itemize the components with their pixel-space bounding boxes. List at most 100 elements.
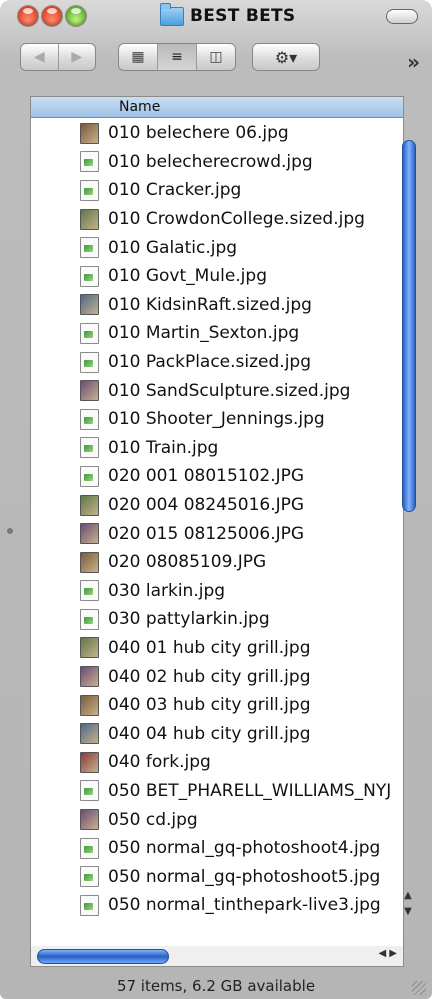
file-row[interactable]: 040 02 hub city grill.jpg	[31, 662, 403, 691]
file-row[interactable]: 050 normal_gq-photoshoot5.jpg	[31, 862, 403, 891]
file-row[interactable]: 050 normal_tinthepark-live3.jpg	[31, 891, 403, 920]
nav-buttons: ◀ ▶	[20, 43, 96, 71]
image-thumbnail-icon	[80, 751, 99, 773]
image-thumbnail-icon	[80, 380, 99, 402]
file-row[interactable]: 030 larkin.jpg	[31, 577, 403, 606]
file-name: 010 Train.jpg	[108, 437, 219, 458]
toolbar-toggle-button[interactable]	[386, 9, 418, 24]
file-row[interactable]: 040 fork.jpg	[31, 748, 403, 777]
column-header-label: Name	[119, 99, 161, 115]
file-row[interactable]: 020 08085109.JPG	[31, 548, 403, 577]
file-name: 010 belecherecrowd.jpg	[108, 151, 313, 172]
jpeg-file-icon	[80, 580, 99, 602]
file-name: 020 08085109.JPG	[108, 552, 267, 573]
horizontal-scrollbar[interactable]: ◀ ▶	[30, 946, 404, 967]
file-row[interactable]: 010 SandSculpture.sized.jpg	[31, 376, 403, 405]
back-button[interactable]: ◀	[21, 44, 59, 70]
forward-arrow-icon: ▶	[71, 49, 83, 65]
toolbar-overflow-button[interactable]: »	[407, 50, 420, 74]
file-row[interactable]: 010 belecherecrowd.jpg	[31, 148, 403, 177]
jpeg-file-icon	[80, 780, 99, 802]
file-row[interactable]: 010 belechere 06.jpg	[31, 119, 403, 148]
file-row[interactable]: 010 Cracker.jpg	[31, 176, 403, 205]
jpeg-file-icon	[80, 265, 99, 287]
jpeg-file-icon	[80, 866, 99, 888]
file-name: 010 KidsinRaft.sized.jpg	[108, 294, 312, 315]
minimize-button[interactable]	[42, 6, 62, 26]
file-row[interactable]: 050 cd.jpg	[31, 805, 403, 834]
file-row[interactable]: 010 PackPlace.sized.jpg	[31, 348, 403, 377]
close-button[interactable]	[18, 6, 38, 26]
title-bar[interactable]: BEST BETS	[0, 0, 432, 32]
icon-view-button[interactable]: ▦	[119, 44, 158, 70]
column-view-button[interactable]: ◫	[197, 44, 235, 70]
list-view-button[interactable]: ≡	[158, 44, 197, 70]
file-row[interactable]: 010 CrowdonCollege.sized.jpg	[31, 205, 403, 234]
file-name: 010 Shooter_Jennings.jpg	[108, 409, 325, 430]
image-thumbnail-icon	[80, 208, 99, 230]
sidebar-handle[interactable]	[7, 528, 13, 534]
horizontal-scroll-arrows[interactable]: ◀ ▶	[378, 948, 397, 959]
file-row[interactable]: 040 03 hub city grill.jpg	[31, 691, 403, 720]
file-name: 040 03 hub city grill.jpg	[108, 695, 311, 716]
file-name: 040 01 hub city grill.jpg	[108, 637, 311, 658]
jpeg-file-icon	[80, 237, 99, 259]
file-name: 050 cd.jpg	[108, 809, 198, 830]
action-menu-button[interactable]: ⚙▾	[252, 43, 320, 71]
vertical-scroll-thumb[interactable]	[402, 140, 416, 512]
resize-grip[interactable]	[412, 981, 426, 995]
file-row[interactable]: 050 BET_PHARELL_WILLIAMS_NYJ	[31, 777, 403, 806]
file-row[interactable]: 010 Train.jpg	[31, 434, 403, 463]
horizontal-scroll-thumb[interactable]	[37, 949, 169, 964]
file-row[interactable]: 010 KidsinRaft.sized.jpg	[31, 291, 403, 320]
file-name: 010 Martin_Sexton.jpg	[108, 323, 300, 344]
file-row[interactable]: 010 Govt_Mule.jpg	[31, 262, 403, 291]
file-name: 010 Govt_Mule.jpg	[108, 266, 267, 287]
jpeg-file-icon	[80, 322, 99, 344]
jpeg-file-icon	[80, 408, 99, 430]
file-row[interactable]: 030 pattylarkin.jpg	[31, 605, 403, 634]
file-row[interactable]: 010 Shooter_Jennings.jpg	[31, 405, 403, 434]
jpeg-file-icon	[80, 351, 99, 373]
window-title: BEST BETS	[160, 2, 296, 28]
icon-view-icon: ▦	[131, 49, 145, 65]
jpeg-file-icon	[80, 465, 99, 487]
back-arrow-icon: ◀	[33, 49, 45, 65]
list-view-icon: ≡	[171, 49, 183, 65]
jpeg-file-icon	[80, 437, 99, 459]
file-row[interactable]: 020 015 08125006.JPG	[31, 519, 403, 548]
view-buttons: ▦ ≡ ◫	[118, 43, 236, 71]
column-header-name[interactable]: Name	[31, 97, 403, 118]
file-name: 040 04 hub city grill.jpg	[108, 723, 311, 744]
file-name: 030 larkin.jpg	[108, 580, 226, 601]
file-name: 010 PackPlace.sized.jpg	[108, 352, 312, 373]
image-thumbnail-icon	[80, 523, 99, 545]
file-row[interactable]: 040 04 hub city grill.jpg	[31, 719, 403, 748]
file-row[interactable]: 040 01 hub city grill.jpg	[31, 634, 403, 663]
vertical-scroll-arrows[interactable]: ▲ ▼	[400, 888, 416, 924]
file-row[interactable]: 010 Galatic.jpg	[31, 233, 403, 262]
image-thumbnail-icon	[80, 723, 99, 745]
image-thumbnail-icon	[80, 666, 99, 688]
file-name: 010 Galatic.jpg	[108, 237, 238, 258]
window-title-text: BEST BETS	[190, 6, 296, 26]
zoom-button[interactable]	[66, 6, 86, 26]
jpeg-file-icon	[80, 179, 99, 201]
forward-button[interactable]: ▶	[59, 44, 96, 70]
file-name: 050 normal_gq-photoshoot4.jpg	[108, 838, 381, 859]
image-thumbnail-icon	[80, 294, 99, 316]
status-bar: 57 items, 6.2 GB available	[0, 972, 432, 999]
file-name: 050 normal_gq-photoshoot5.jpg	[108, 866, 381, 887]
file-list: Name 010 belechere 06.jpg 010 belecherecr…	[30, 96, 404, 948]
file-row[interactable]: 010 Martin_Sexton.jpg	[31, 319, 403, 348]
jpeg-file-icon	[80, 151, 99, 173]
file-row[interactable]: 020 001 08015102.JPG	[31, 462, 403, 491]
file-name: 020 001 08015102.JPG	[108, 466, 305, 487]
file-name: 040 fork.jpg	[108, 752, 211, 773]
file-row[interactable]: 050 normal_gq-photoshoot4.jpg	[31, 834, 403, 863]
toolbar: ◀ ▶ ▦ ≡ ◫ ⚙▾ »	[0, 34, 432, 78]
file-name: 020 015 08125006.JPG	[108, 523, 305, 544]
file-row[interactable]: 020 004 08245016.JPG	[31, 491, 403, 520]
file-name: 050 normal_tinthepark-live3.jpg	[108, 895, 381, 916]
jpeg-file-icon	[80, 608, 99, 630]
